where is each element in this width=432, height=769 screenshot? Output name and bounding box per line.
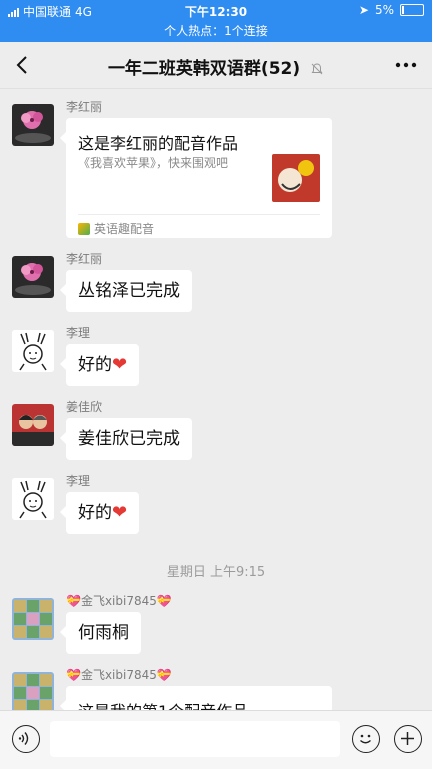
more-icon bbox=[395, 62, 417, 68]
sender-name: 💝金飞xibi7845💝 bbox=[66, 668, 172, 682]
sender-name: 李理 bbox=[66, 474, 91, 488]
share-card[interactable]: 这是李红丽的配音作品 《我喜欢苹果》，快来围观吧 英语趣配音 bbox=[60, 118, 332, 238]
card-title: 这是我的第1个配音作品 bbox=[78, 698, 248, 710]
bell-off-icon bbox=[311, 63, 323, 75]
card-source-label: 英语趣配音 bbox=[94, 222, 155, 236]
chat-title: 一年二班英韩双语群(52) bbox=[0, 54, 432, 79]
timestamp: 星期日 上午9:15 bbox=[166, 565, 266, 580]
chat-title-text: 一年二班英韩双语群(52) bbox=[107, 59, 301, 79]
plus-button[interactable] bbox=[394, 725, 422, 753]
sender-name: 姜佳欣 bbox=[66, 400, 103, 414]
message-input[interactable] bbox=[50, 721, 340, 757]
message-text: 好的 bbox=[78, 503, 112, 523]
more-button[interactable] bbox=[392, 56, 420, 74]
message-text: 丛铭泽已完成 bbox=[78, 281, 180, 301]
message-text: 好的 bbox=[78, 355, 112, 375]
chat-area[interactable]: 李红丽 这是李红丽的配音作品 《我喜欢苹果》，快来围观吧 英语趣配音 李红丽 丛… bbox=[0, 88, 432, 710]
voice-icon bbox=[18, 732, 29, 745]
avatar[interactable] bbox=[12, 598, 54, 640]
sender-name: 💝金飞xibi7845💝 bbox=[66, 594, 172, 608]
message-bubble[interactable]: 丛铭泽已完成 bbox=[60, 270, 192, 312]
avatar[interactable] bbox=[12, 256, 54, 298]
avatar[interactable] bbox=[12, 104, 54, 146]
battery-icon bbox=[400, 4, 424, 16]
plus-icon bbox=[401, 732, 414, 745]
card-description: 《我喜欢苹果》，快来围观吧 bbox=[78, 156, 229, 170]
divider bbox=[78, 214, 320, 215]
message-bubble[interactable]: 好的❤ bbox=[59, 492, 140, 534]
heart-emoji: ❤ bbox=[112, 502, 128, 523]
input-bar bbox=[0, 710, 432, 769]
heart-emoji: ❤ bbox=[112, 354, 128, 375]
sender-name: 李红丽 bbox=[66, 252, 103, 266]
sender-name: 李理 bbox=[66, 326, 91, 340]
hotspot-banner[interactable]: 个人热点：1个连接 bbox=[0, 22, 432, 42]
message-text: 姜佳欣已完成 bbox=[78, 429, 180, 449]
status-bar: 中国联通 4G 下午12:30 ➤ 5% bbox=[0, 0, 432, 22]
message-bubble[interactable]: 姜佳欣已完成 bbox=[60, 418, 192, 460]
avatar[interactable] bbox=[12, 478, 54, 520]
battery-percent: 5% bbox=[374, 3, 394, 17]
card-title: 这是李红丽的配音作品 bbox=[78, 134, 239, 153]
sender-name: 李红丽 bbox=[66, 100, 103, 114]
message-text: 何雨桐 bbox=[78, 623, 129, 643]
app-icon bbox=[78, 222, 90, 235]
location-icon: ➤ bbox=[358, 3, 369, 17]
avatar[interactable] bbox=[12, 672, 54, 710]
share-card[interactable]: 这是我的第1个配音作品 bbox=[60, 686, 332, 710]
card-source: 英语趣配音 bbox=[78, 220, 154, 237]
message-bubble[interactable]: 何雨桐 bbox=[60, 612, 141, 654]
emoji-icon bbox=[360, 734, 371, 744]
chat-header: 一年二班英韩双语群(52) bbox=[0, 42, 432, 89]
message-bubble[interactable]: 好的❤ bbox=[59, 344, 140, 386]
avatar[interactable] bbox=[12, 330, 54, 372]
emoji-button[interactable] bbox=[352, 725, 380, 753]
avatar[interactable] bbox=[12, 404, 54, 446]
card-thumbnail bbox=[272, 154, 320, 202]
voice-button[interactable] bbox=[12, 725, 40, 753]
